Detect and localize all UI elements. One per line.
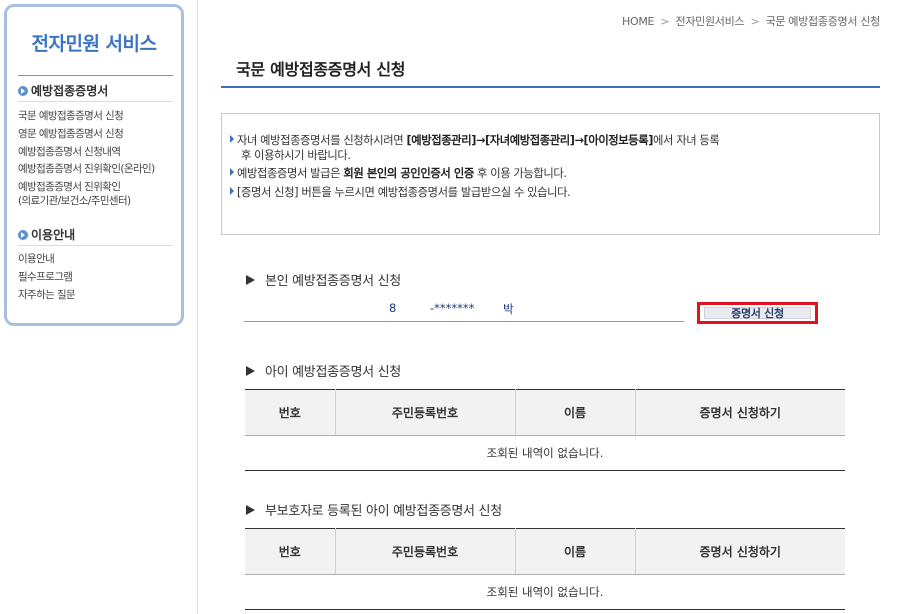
- title-underline: [221, 86, 880, 88]
- page-title: 국문 예방접종증명서 신청: [236, 60, 406, 79]
- child-table: 번호 주민등록번호 이름 증명서 신청하기 조회된 내역이 없습니다.: [245, 389, 845, 471]
- child-section-title: 아이 예방접종증명서 신청: [246, 361, 401, 380]
- notice-line-2: 예방접종증명서 발급은 회원 본인의 공인인증서 인증 후 이용 가능합니다.: [230, 166, 870, 181]
- user-name: 박: [503, 302, 514, 316]
- section-title-text: 아이 예방접종증명서 신청: [265, 365, 401, 380]
- rrn-masked: -*******: [430, 301, 475, 315]
- breadcrumb-home[interactable]: HOME: [622, 15, 654, 28]
- notice-emphasis: 회원 본인의 공인인증서 인증: [343, 167, 474, 180]
- table-header-row: 번호 주민등록번호 이름 증명서 신청하기: [245, 389, 845, 436]
- sidebar-item-faq[interactable]: 자주하는 질문: [18, 288, 76, 302]
- breadcrumb-current: 국문 예방접종증명서 신청: [765, 15, 881, 28]
- self-section-title: 본인 예방접종증명서 신청: [246, 270, 401, 289]
- section-title-text: 부보호자로 등록된 아이 예방접종증명서 신청: [265, 504, 502, 519]
- triangle-bullet-icon: [230, 187, 234, 195]
- notice-box: 자녀 예방접종증명서를 신청하시려면 [예방접종관리]→[자녀예방접종관리]→[…: [221, 113, 880, 235]
- sidebar-item-history[interactable]: 예방접종증명서 신청내역: [18, 145, 121, 159]
- guardian-table: 번호 주민등록번호 이름 증명서 신청하기 조회된 내역이 없습니다.: [245, 528, 845, 610]
- content-divider: [197, 0, 198, 614]
- sidebar-item-verify-offline[interactable]: 예방접종증명서 진위확인: [18, 180, 121, 194]
- column-header-number: 번호: [245, 528, 336, 575]
- notice-line-1: 자녀 예방접종증명서를 신청하시려면 [예방접종관리]→[자녀예방접종관리]→[…: [230, 133, 870, 148]
- sidebar-section-label: 이용안내: [31, 228, 76, 242]
- sidebar: 전자민원 서비스 예방접종증명서 국문 예방접종증명서 신청 영문 예방접종증명…: [4, 4, 184, 326]
- sidebar-item-korean-cert[interactable]: 국문 예방접종증명서 신청: [18, 109, 124, 123]
- triangle-bullet-icon: [230, 168, 234, 176]
- notice-line-1-cont: 후 이용하시기 바랍니다.: [241, 149, 351, 162]
- notice-text: 에서 자녀 등록: [653, 134, 720, 147]
- apply-certificate-button[interactable]: 증명서 신청: [697, 302, 818, 324]
- play-arrow-icon: [246, 504, 255, 515]
- apply-certificate-label: 증명서 신청: [704, 307, 811, 320]
- column-header-name: 이름: [515, 528, 636, 575]
- sidebar-section-vaccination[interactable]: 예방접종증명서: [18, 82, 108, 99]
- play-arrow-icon: [246, 274, 255, 285]
- rrn-prefix: 8: [389, 301, 397, 315]
- guardian-section-title: 부보호자로 등록된 아이 예방접종증명서 신청: [246, 500, 502, 519]
- table-row: 조회된 내역이 없습니다.: [245, 574, 845, 610]
- notice-menu-path: [예방접종관리]→[자녀예방접종관리]→[아이정보등록]: [406, 134, 654, 147]
- section-title-text: 본인 예방접종증명서 신청: [265, 274, 401, 289]
- empty-message: 조회된 내역이 없습니다.: [245, 574, 845, 610]
- breadcrumb-separator: >: [750, 15, 760, 28]
- breadcrumb-separator: >: [660, 15, 670, 28]
- notice-text: 자녀 예방접종증명서를 신청하시려면: [237, 134, 407, 147]
- sidebar-section-guide[interactable]: 이용안내: [18, 226, 75, 243]
- table-row: 조회된 내역이 없습니다.: [245, 435, 845, 471]
- notice-text: [증명서 신청] 버튼을 누르시면 예방접종증명서를 발급받으실 수 있습니다.: [237, 186, 571, 199]
- table-header-row: 번호 주민등록번호 이름 증명서 신청하기: [245, 528, 845, 575]
- notice-text: 예방접종증명서 발급은: [237, 167, 344, 180]
- empty-message: 조회된 내역이 없습니다.: [245, 435, 845, 471]
- column-header-apply: 증명서 신청하기: [635, 389, 845, 436]
- sidebar-divider: [18, 75, 173, 76]
- column-header-rrn: 주민등록번호: [335, 528, 516, 575]
- play-arrow-icon: [246, 365, 255, 376]
- breadcrumb-level1[interactable]: 전자민원서비스: [676, 15, 745, 28]
- self-info-row: 8 -******* 박: [244, 298, 684, 322]
- arrow-circle-icon: [18, 229, 28, 240]
- triangle-bullet-icon: [230, 135, 234, 143]
- sidebar-item-verify-offline-sub[interactable]: (의료기관/보건소/주민센터): [18, 194, 131, 208]
- column-header-number: 번호: [245, 389, 336, 436]
- sidebar-item-required-programs[interactable]: 필수프로그램: [18, 270, 73, 284]
- arrow-circle-icon: [18, 85, 28, 96]
- notice-text: 후 이용 가능합니다.: [473, 167, 567, 180]
- notice-line-3: [증명서 신청] 버튼을 누르시면 예방접종증명서를 발급받으실 수 있습니다.: [230, 185, 870, 200]
- sidebar-item-guide[interactable]: 이용안내: [18, 252, 55, 266]
- column-header-name: 이름: [515, 389, 636, 436]
- section-divider: [18, 101, 173, 102]
- column-header-rrn: 주민등록번호: [335, 389, 516, 436]
- sidebar-section-label: 예방접종증명서: [31, 84, 109, 98]
- section-divider: [18, 245, 173, 246]
- sidebar-item-english-cert[interactable]: 영문 예방접종증명서 신청: [18, 127, 124, 141]
- sidebar-item-verify-online[interactable]: 예방접종증명서 진위확인(온라인): [18, 162, 155, 176]
- column-header-apply: 증명서 신청하기: [635, 528, 845, 575]
- sidebar-title: 전자민원 서비스: [31, 33, 157, 55]
- breadcrumb: HOME > 전자민원서비스 > 국문 예방접종증명서 신청: [622, 13, 880, 29]
